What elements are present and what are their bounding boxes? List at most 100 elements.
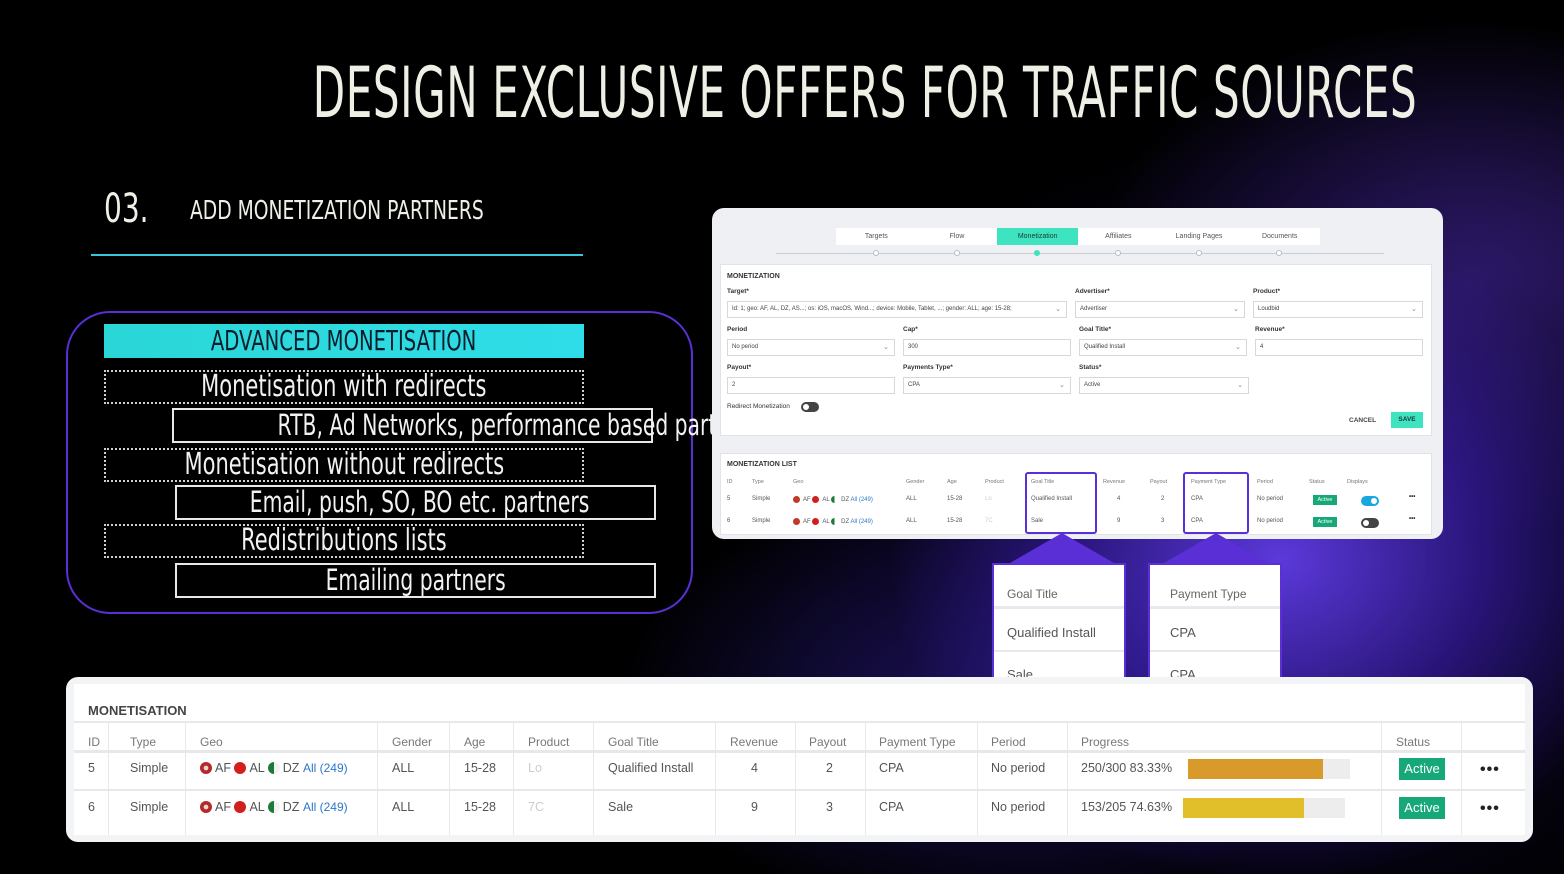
product-select[interactable]: Loudbid ⌄: [1253, 301, 1423, 318]
col-divider: [795, 721, 796, 835]
item-rtb: RTB, Ad Networks, performance based part…: [172, 408, 761, 443]
row-product: Lo: [528, 761, 542, 775]
col-payout: Payout: [1150, 479, 1168, 485]
target-select[interactable]: Id: 1; geo: AF, AL, DZ, AS...; os: iOS, …: [727, 301, 1067, 318]
col-divider: [449, 721, 450, 835]
row-progress-text: 250/300 83.33%: [1081, 761, 1173, 775]
monetization-form: MONETIZATION Target* Id: 1; geo: AF, AL,…: [720, 264, 1432, 436]
row-payout: 3: [826, 800, 833, 814]
tab-documents[interactable]: Documents: [1239, 228, 1320, 245]
row-payment-type: CPA: [879, 761, 904, 775]
geo-all-link[interactable]: All (249): [303, 761, 348, 775]
display-toggle[interactable]: [1361, 496, 1379, 506]
geo-al: AL: [822, 519, 830, 525]
goal-title-highlight: [1025, 472, 1097, 534]
row-gender: ALL: [392, 800, 415, 814]
row-revenue: 9: [751, 800, 758, 814]
step-dot: [1196, 250, 1202, 256]
goal-title-value: Qualified Install: [1084, 344, 1126, 350]
product-label: Product*: [1253, 288, 1281, 295]
monetization-list: MONETIZATION LIST ID Type Geo Gender Age…: [720, 453, 1432, 535]
redirect-monetization-toggle[interactable]: [801, 402, 819, 412]
col-product: Product: [985, 479, 1004, 485]
tab-targets[interactable]: Targets: [836, 228, 917, 245]
status-label: Status*: [1079, 364, 1102, 371]
row-age: 15-28: [464, 761, 496, 775]
more-horizontal-icon[interactable]: •••: [1480, 761, 1500, 779]
col-status: Status: [1309, 479, 1325, 485]
divider: [74, 750, 1525, 753]
display-toggle[interactable]: [1361, 518, 1379, 528]
payout-value: 2: [732, 382, 736, 388]
period-select[interactable]: No period ⌄: [727, 339, 895, 356]
goal-title-select[interactable]: Qualified Install ⌄: [1079, 339, 1247, 356]
product-value: Loudbid: [1258, 306, 1280, 312]
item-text: Redistributions lists: [241, 523, 447, 558]
tab-landing-pages[interactable]: Landing Pages: [1159, 228, 1240, 245]
chevron-down-icon: ⌄: [1235, 344, 1241, 351]
col-divider: [185, 721, 186, 835]
row-type: Simple: [752, 496, 771, 502]
payout-input[interactable]: 2: [727, 377, 895, 394]
status-value: Active: [1084, 382, 1101, 388]
row-gender: ALL: [906, 518, 917, 524]
progress-bar-fill: [1183, 798, 1304, 818]
chevron-down-icon: ⌄: [1411, 306, 1417, 313]
status-badge: Active: [1399, 797, 1445, 819]
row-age: 15-28: [947, 518, 963, 524]
geo-al: AL: [249, 800, 265, 814]
col-age: Age: [947, 479, 957, 485]
row-payout: 2: [826, 761, 833, 775]
revenue-input[interactable]: 4: [1255, 339, 1423, 356]
col-divider: [377, 721, 378, 835]
col-divider: [513, 721, 514, 835]
step-label: ADD MONETIZATION PARTNERS: [190, 196, 484, 226]
geo-dz: DZ: [841, 497, 850, 503]
tab-flow[interactable]: Flow: [917, 228, 998, 245]
geo-all-link[interactable]: All (249): [850, 497, 872, 503]
row-type: Simple: [130, 800, 169, 814]
col-period: Period: [991, 735, 1026, 749]
geo-dz: DZ: [282, 800, 300, 814]
row-geo: AF AL DZ All (249): [200, 761, 348, 775]
row-goal: Qualified Install: [608, 761, 694, 775]
geo-all-link[interactable]: All (249): [303, 800, 348, 814]
geo-all-link[interactable]: All (249): [850, 519, 872, 525]
flag-dz-icon: [267, 762, 280, 774]
step-dot: [1276, 250, 1282, 256]
more-horizontal-icon[interactable]: •••: [1409, 516, 1415, 522]
col-period: Period: [1257, 479, 1273, 485]
col-id: ID: [88, 735, 100, 749]
geo-af: AF: [215, 800, 231, 814]
divider: [74, 721, 1525, 723]
col-divider: [593, 721, 594, 835]
tab-affiliates[interactable]: Affiliates: [1078, 228, 1159, 245]
col-type: Type: [752, 479, 764, 485]
col-type: Type: [130, 735, 157, 749]
item-text: Monetisation with redirects: [201, 369, 487, 404]
status-select[interactable]: Active ⌄: [1079, 377, 1249, 394]
col-divider: [108, 721, 109, 835]
save-button[interactable]: SAVE: [1391, 412, 1423, 428]
payments-type-select[interactable]: CPA ⌄: [903, 377, 1071, 394]
row-gender: ALL: [392, 761, 415, 775]
row-revenue: 4: [1117, 496, 1121, 502]
progress-bar: [1188, 759, 1350, 779]
more-horizontal-icon[interactable]: •••: [1480, 800, 1500, 818]
more-horizontal-icon[interactable]: •••: [1409, 494, 1415, 500]
tab-monetization[interactable]: Monetization: [997, 228, 1079, 245]
payments-type-label: Payments Type*: [903, 364, 953, 371]
cap-input[interactable]: 300: [903, 339, 1071, 356]
chevron-down-icon: ⌄: [883, 344, 889, 351]
target-label: Target*: [727, 288, 749, 295]
redirect-monetization-label: Redirect Monetization: [727, 403, 790, 410]
row-revenue: 9: [1117, 518, 1121, 524]
col-geo: Geo: [793, 479, 804, 485]
row-period: No period: [1257, 496, 1284, 502]
chevron-down-icon: ⌄: [1055, 306, 1061, 313]
col-divider: [1067, 721, 1068, 835]
col-product: Product: [528, 735, 570, 749]
cancel-button[interactable]: CANCEL: [1349, 417, 1376, 424]
step-dot: [873, 250, 879, 256]
advertiser-select[interactable]: Advertiser ⌄: [1075, 301, 1245, 318]
